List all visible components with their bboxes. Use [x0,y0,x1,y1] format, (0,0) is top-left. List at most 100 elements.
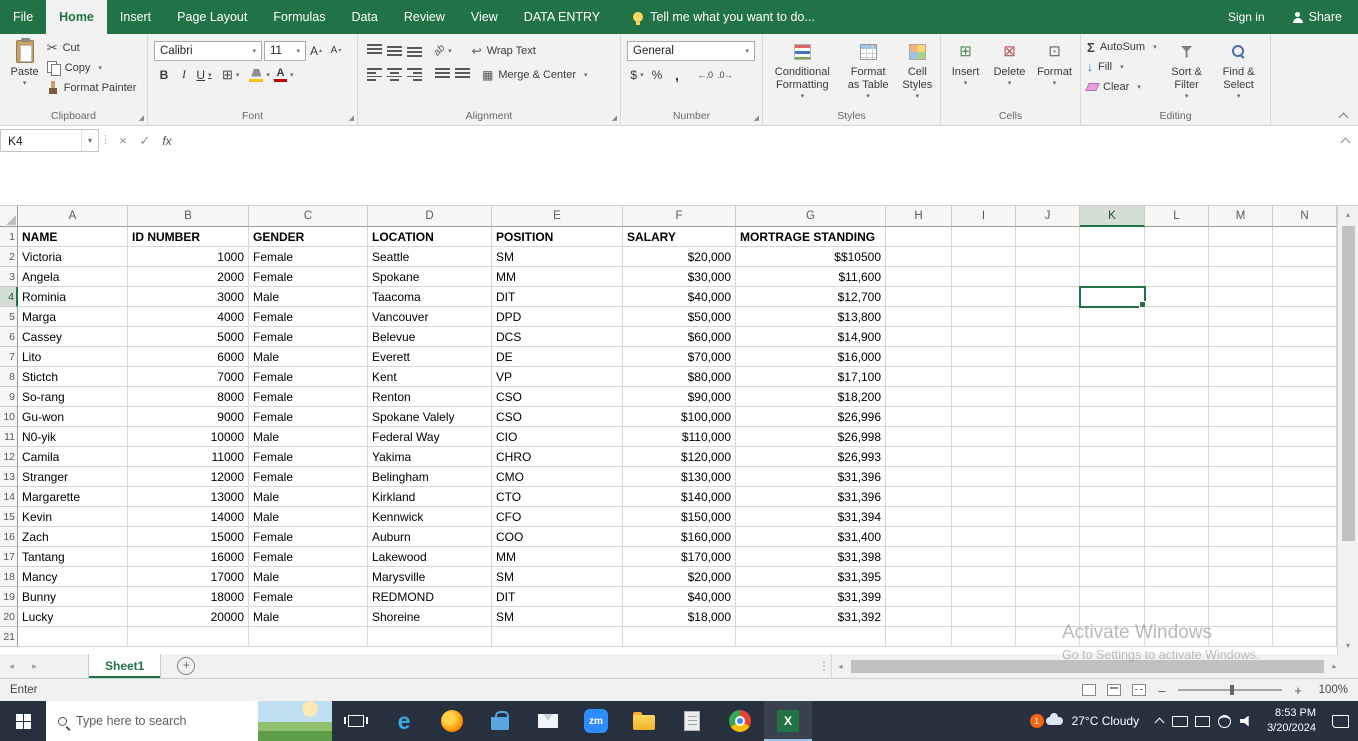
cell-G6[interactable]: $14,900 [736,327,886,347]
format-cells-button[interactable]: ⊡ Format [1032,36,1078,109]
row-header-1[interactable]: 1 [0,227,18,247]
number-dialog-launcher[interactable] [754,115,759,122]
cell-F7[interactable]: $70,000 [623,347,736,367]
cell-F21[interactable] [623,627,736,647]
row-header-7[interactable]: 7 [0,347,18,367]
taskbar-search[interactable]: Type here to search [46,701,332,741]
cell-G3[interactable]: $11,600 [736,267,886,287]
cell-C19[interactable]: Female [249,587,368,607]
merge-center-button[interactable]: ▦ Merge & Center [478,65,592,85]
formula-bar-collapse-button[interactable] [1336,129,1354,152]
vertical-scrollbar[interactable] [1337,206,1358,654]
cell-G5[interactable]: $13,800 [736,307,886,327]
increase-decimal-button[interactable]: ←.0 [695,65,715,85]
column-header-C[interactable]: C [249,206,368,227]
row-header-3[interactable]: 3 [0,267,18,287]
cell-H11[interactable] [886,427,952,447]
cell-D1[interactable]: LOCATION [368,227,492,247]
chrome-app-button[interactable] [716,701,764,741]
cell-F4[interactable]: $40,000 [623,287,736,307]
task-view-button[interactable] [332,701,380,741]
cell-G18[interactable]: $31,395 [736,567,886,587]
cell-I1[interactable] [952,227,1016,247]
cell-L3[interactable] [1145,267,1209,287]
cell-G13[interactable]: $31,396 [736,467,886,487]
cell-J19[interactable] [1016,587,1080,607]
cell-I2[interactable] [952,247,1016,267]
font-dialog-launcher[interactable] [349,115,354,122]
conditional-formatting-button[interactable]: Conditional Formatting [765,36,840,109]
cell-G4[interactable]: $12,700 [736,287,886,307]
cell-A1[interactable]: NAME [18,227,128,247]
column-header-D[interactable]: D [368,206,492,227]
firefox-app-button[interactable] [428,701,476,741]
cell-H20[interactable] [886,607,952,627]
cell-I13[interactable] [952,467,1016,487]
page-layout-view-button[interactable] [1107,684,1121,696]
cell-J18[interactable] [1016,567,1080,587]
cell-D14[interactable]: Kirkland [368,487,492,507]
cell-M5[interactable] [1209,307,1273,327]
cell-K19[interactable] [1080,587,1145,607]
cell-M6[interactable] [1209,327,1273,347]
cell-C4[interactable]: Male [249,287,368,307]
font-name-select[interactable]: Calibri [154,40,262,61]
cell-C9[interactable]: Female [249,387,368,407]
cell-F9[interactable]: $90,000 [623,387,736,407]
ribbon-tab-home[interactable]: Home [46,0,107,34]
cell-I4[interactable] [952,287,1016,307]
cell-H21[interactable] [886,627,952,647]
cell-C10[interactable]: Female [249,407,368,427]
cell-E11[interactable]: CIO [492,427,623,447]
cell-I12[interactable] [952,447,1016,467]
cell-M1[interactable] [1209,227,1273,247]
cell-E6[interactable]: DCS [492,327,623,347]
cell-D4[interactable]: Taacoma [368,287,492,307]
cell-J17[interactable] [1016,547,1080,567]
ribbon-tab-review[interactable]: Review [391,0,458,34]
cell-I7[interactable] [952,347,1016,367]
scroll-down-button[interactable] [1338,637,1358,654]
cell-L20[interactable] [1145,607,1209,627]
cell-A3[interactable]: Angela [18,267,128,287]
cell-H4[interactable] [886,287,952,307]
cell-J12[interactable] [1016,447,1080,467]
cell-B6[interactable]: 5000 [128,327,249,347]
cell-D8[interactable]: Kent [368,367,492,387]
cell-B5[interactable]: 4000 [128,307,249,327]
cell-G11[interactable]: $26,998 [736,427,886,447]
align-right-button[interactable] [404,65,424,85]
cell-B14[interactable]: 13000 [128,487,249,507]
sheet-tab-sheet1[interactable]: Sheet1 [88,654,162,678]
cell-I17[interactable] [952,547,1016,567]
cell-E17[interactable]: MM [492,547,623,567]
cell-J21[interactable] [1016,627,1080,647]
cell-E13[interactable]: CMO [492,467,623,487]
cell-H17[interactable] [886,547,952,567]
next-sheet-button[interactable] [23,654,46,678]
cell-H10[interactable] [886,407,952,427]
cell-F8[interactable]: $80,000 [623,367,736,387]
cell-B9[interactable]: 8000 [128,387,249,407]
cell-G14[interactable]: $31,396 [736,487,886,507]
row-header-17[interactable]: 17 [0,547,18,567]
row-header-19[interactable]: 19 [0,587,18,607]
cell-N17[interactable] [1273,547,1337,567]
cell-C21[interactable] [249,627,368,647]
cell-H2[interactable] [886,247,952,267]
find-select-button[interactable]: Find & Select [1213,36,1265,109]
cell-C20[interactable]: Male [249,607,368,627]
zoom-app-button[interactable]: zm [572,701,620,741]
cell-styles-button[interactable]: Cell Styles [897,36,938,109]
cell-N21[interactable] [1273,627,1337,647]
delete-cells-button[interactable]: ⊠ Delete [988,36,1032,109]
cell-H12[interactable] [886,447,952,467]
cell-F17[interactable]: $170,000 [623,547,736,567]
start-button[interactable] [0,701,46,741]
cell-G20[interactable]: $31,392 [736,607,886,627]
cell-N18[interactable] [1273,567,1337,587]
cell-B10[interactable]: 9000 [128,407,249,427]
clipboard-dialog-launcher[interactable] [139,115,144,122]
ribbon-tab-view[interactable]: View [458,0,511,34]
zoom-slider[interactable] [1178,685,1282,695]
